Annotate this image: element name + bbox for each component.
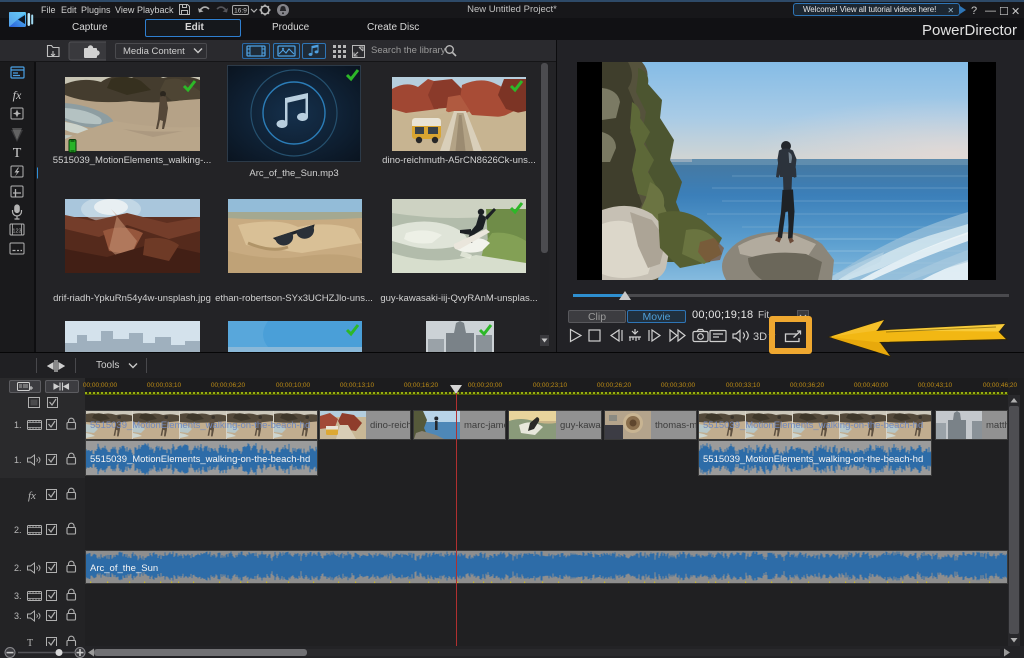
svg-text:1.: 1. [14,455,22,465]
svg-text:1.: 1. [14,420,22,430]
svg-text:fx: fx [28,490,36,502]
svg-text:3D: 3D [753,331,767,343]
svg-text:Arc_of_the_Sun: Arc_of_the_Sun [90,563,158,574]
svg-text:T: T [27,638,33,646]
svg-text:fx: fx [13,88,22,102]
svg-text:3.: 3. [14,591,22,601]
svg-text:5515039_MotionElements_walking: 5515039_MotionElements_walking-on-the-be… [90,454,310,465]
svg-text:2.: 2. [14,563,22,573]
svg-text:2.: 2. [14,525,22,535]
svg-text:5515039_MotionElements_walking: 5515039_MotionElements_walking-on-the-be… [703,454,923,465]
svg-text:3.: 3. [14,611,22,621]
svg-text:T: T [13,146,22,161]
svg-text:123: 123 [12,229,21,235]
